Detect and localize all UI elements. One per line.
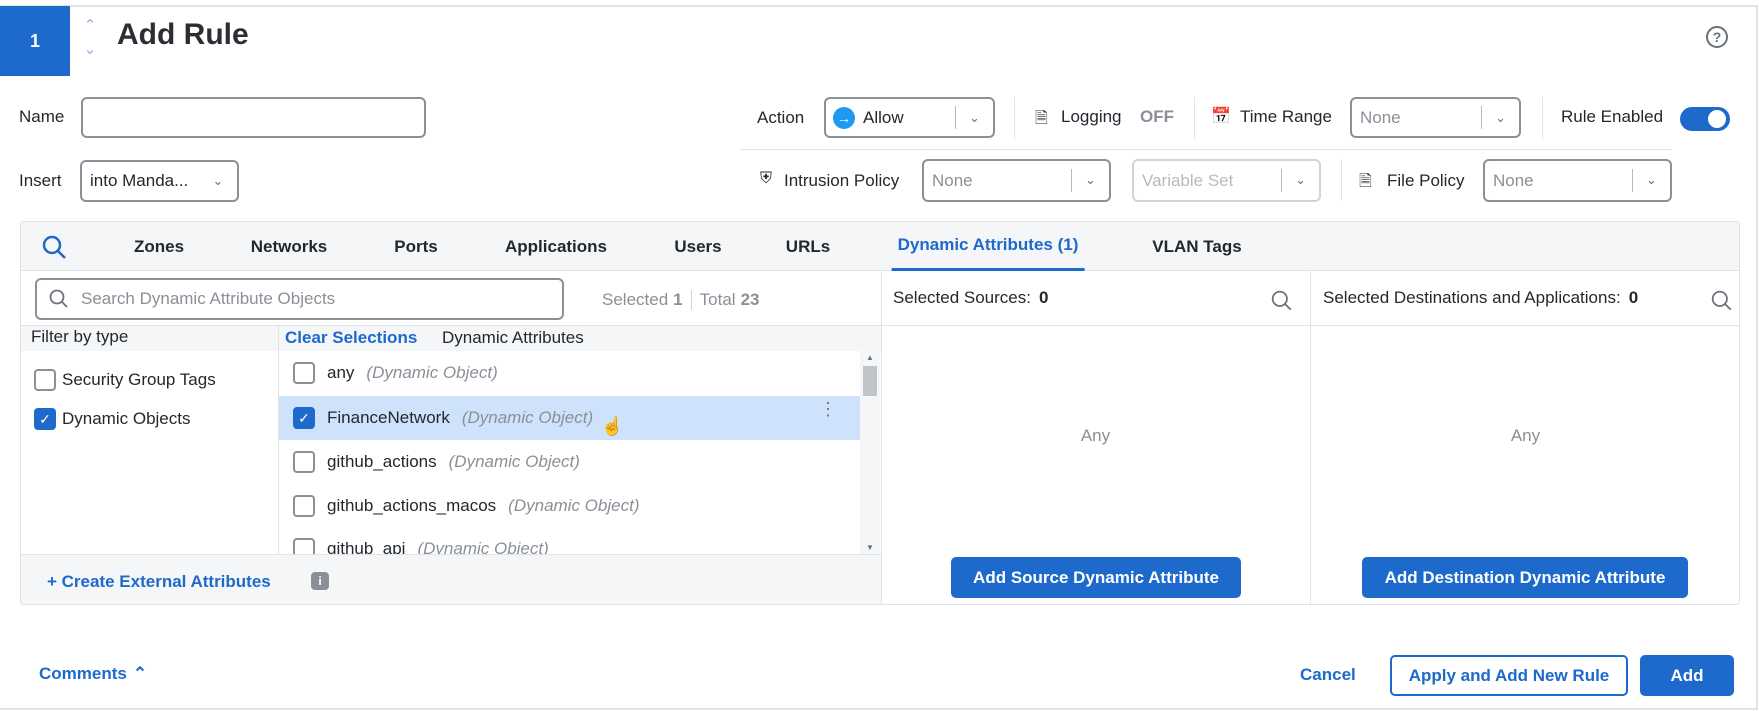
sources-empty-text: Any (1080, 426, 1111, 445)
help-icon[interactable]: ? (1706, 26, 1728, 48)
rule-enabled-label: Rule Enabled (1561, 107, 1664, 126)
chevron-down-icon[interactable]: ⌄ (82, 38, 98, 62)
file-policy-label: File Policy (1387, 171, 1465, 190)
logging-status[interactable]: OFF (1140, 107, 1174, 127)
search-icon (49, 289, 68, 308)
hand-cursor-icon: ☝ (601, 416, 624, 436)
list-item[interactable]: github_api (Dynamic Object) (279, 527, 880, 554)
tab-dynamic-attributes[interactable]: Dynamic Attributes (1) (891, 222, 1085, 271)
divider (740, 149, 1672, 150)
divider (1014, 97, 1015, 139)
insert-select[interactable]: into Manda... ⌄ (80, 160, 239, 202)
list-item[interactable]: any (Dynamic Object) (279, 351, 880, 395)
divider (1194, 97, 1195, 139)
list-item-selected[interactable]: ✓ FinanceNetwork (Dynamic Object) ⋮ ☝ (279, 396, 880, 440)
chevron-up-icon[interactable]: ⌃ (82, 14, 98, 38)
filter-dynamic-objects[interactable]: ✓ Dynamic Objects (34, 404, 190, 434)
divider (1542, 97, 1543, 139)
intrusion-policy-label: Intrusion Policy (784, 171, 900, 190)
time-range-label: Time Range (1240, 107, 1332, 126)
clear-selections-link[interactable]: Clear Selections (285, 328, 417, 348)
checkbox[interactable] (293, 362, 315, 384)
checkbox[interactable] (293, 451, 315, 473)
calendar-clock-icon: 📅 (1211, 108, 1231, 125)
filter-security-group-tags[interactable]: Security Group Tags (34, 365, 216, 395)
file-policy-select[interactable]: None ⌄ (1483, 159, 1672, 202)
selected-sources-header: Selected Sources: 0 (893, 288, 1049, 307)
tab-bar: Zones Networks Ports Applications Users … (21, 222, 1739, 271)
rule-enabled-toggle[interactable] (1680, 107, 1730, 131)
list-item[interactable]: github_actions_macos (Dynamic Object) (279, 484, 880, 528)
name-label: Name (19, 107, 65, 126)
tab-users[interactable]: Users (674, 222, 721, 271)
checkbox[interactable] (293, 538, 315, 554)
time-range-select[interactable]: None ⌄ (1350, 97, 1521, 138)
search-icon[interactable] (1271, 290, 1293, 312)
tab-vlan-tags[interactable]: VLAN Tags (1152, 222, 1241, 271)
checkbox-checked[interactable]: ✓ (293, 407, 315, 429)
list-item[interactable]: github_actions (Dynamic Object) (279, 440, 880, 484)
conditions-panel: Zones Networks Ports Applications Users … (20, 221, 1740, 605)
divider (1341, 159, 1342, 201)
search-input[interactable]: Search Dynamic Attribute Objects (35, 278, 564, 320)
action-select[interactable]: → Allow ⌄ (824, 97, 995, 138)
chevron-down-icon: ⌄ (1281, 168, 1319, 193)
tab-zones[interactable]: Zones (134, 222, 184, 271)
filter-title: Filter by type (31, 327, 129, 346)
tab-networks[interactable]: Networks (251, 222, 328, 271)
chevron-up-icon: ⌃ (132, 664, 148, 683)
rule-number-badge: 1 (0, 6, 70, 76)
chevron-down-icon: ⌄ (212, 172, 224, 188)
insert-label: Insert (19, 171, 62, 190)
add-destination-dynamic-attribute-button[interactable]: Add Destination Dynamic Attribute (1362, 557, 1688, 598)
selection-counter: Selected 1 Total 23 (602, 290, 760, 310)
chevron-down-icon: ⌄ (1632, 168, 1670, 193)
add-source-dynamic-attribute-button[interactable]: Add Source Dynamic Attribute (951, 557, 1241, 598)
checkbox[interactable] (293, 495, 315, 517)
search-icon[interactable] (1711, 290, 1733, 312)
file-shield-icon: 🗎 (1359, 173, 1372, 190)
chevron-down-icon: ⌄ (955, 106, 993, 129)
tab-urls[interactable]: URLs (786, 222, 830, 271)
shield-icon: ⛨ (760, 170, 773, 187)
info-icon[interactable]: i (311, 572, 329, 590)
list-header: Dynamic Attributes (442, 328, 584, 347)
checkbox-checked[interactable]: ✓ (34, 408, 56, 430)
search-icon[interactable] (41, 234, 67, 260)
destinations-empty-text: Any (1510, 426, 1541, 445)
create-external-attributes-link[interactable]: + Create External Attributes (47, 572, 271, 592)
intrusion-policy-select[interactable]: None ⌄ (922, 159, 1111, 202)
chevron-down-icon: ⌄ (1481, 106, 1519, 129)
more-vertical-icon[interactable]: ⋮ (819, 400, 837, 418)
add-button[interactable]: Add (1640, 655, 1734, 696)
tab-ports[interactable]: Ports (394, 222, 437, 271)
variable-set-select: Variable Set ⌄ (1132, 159, 1321, 202)
logging-label[interactable]: Logging (1061, 107, 1122, 127)
action-label: Action (757, 108, 805, 127)
cancel-button[interactable]: Cancel (1300, 665, 1356, 685)
tab-applications[interactable]: Applications (505, 222, 607, 271)
arrow-right-icon: → (833, 106, 855, 129)
page-title: Add Rule (117, 18, 249, 51)
scrollbar[interactable]: ▲ ▼ (860, 351, 880, 554)
apply-and-add-new-rule-button[interactable]: Apply and Add New Rule (1390, 655, 1628, 696)
chevron-down-icon: ⌄ (1071, 168, 1109, 193)
name-input[interactable] (81, 97, 426, 138)
selected-destinations-header: Selected Destinations and Applications: 0 (1323, 288, 1639, 307)
comments-toggle[interactable]: Comments ⌃ (39, 664, 147, 684)
checkbox[interactable] (34, 369, 56, 391)
attribute-list: any (Dynamic Object) ✓ FinanceNetwork (Dyna… (279, 351, 880, 554)
document-icon: 🗎 (1035, 110, 1048, 127)
reorder-arrows[interactable]: ⌃ ⌄ (82, 14, 98, 62)
